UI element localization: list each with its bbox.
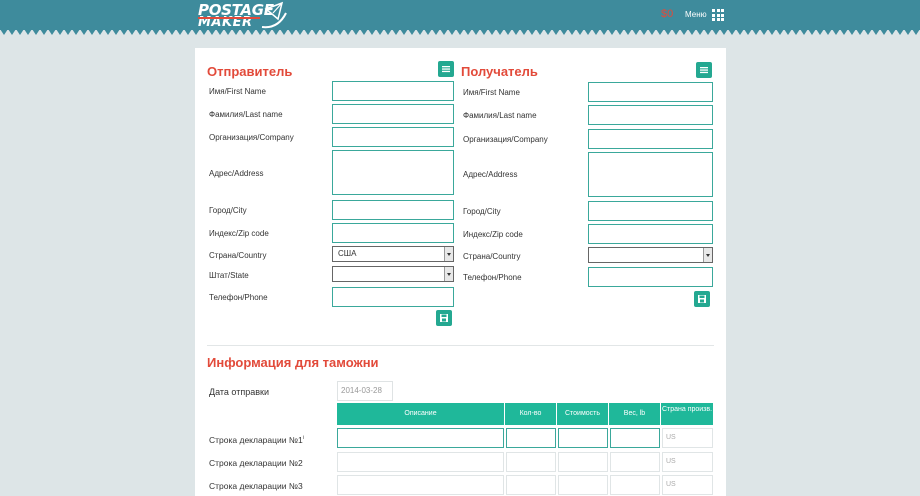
recipient-zip-label: Индекс/Zip code: [463, 230, 523, 239]
sender-state-label: Штат/State: [209, 271, 249, 280]
recipient-phone-input[interactable]: [588, 267, 713, 287]
sender-first-name-label: Имя/First Name: [209, 87, 266, 96]
row2-weight-input[interactable]: [610, 452, 660, 472]
chevron-down-icon: [703, 248, 712, 262]
row1-description-input[interactable]: [337, 428, 504, 448]
row3-value-input[interactable]: [558, 475, 608, 495]
form-card: Отправитель Имя/First Name Фамилия/Last …: [195, 48, 726, 496]
declaration-row-1-text: Строка декларации №1: [209, 435, 303, 445]
sender-company-label: Организация/Company: [209, 133, 294, 142]
recipient-save-button[interactable]: [694, 291, 710, 307]
row2-description-input[interactable]: [337, 452, 504, 472]
row1-quantity-input[interactable]: [506, 428, 556, 448]
sender-city-input[interactable]: [332, 200, 454, 220]
sender-phone-input[interactable]: [332, 287, 454, 307]
sender-country-value: США: [338, 249, 357, 258]
recipient-address-label: Адрес/Address: [463, 170, 518, 179]
row1-value-input[interactable]: [558, 428, 608, 448]
sender-addressbook-button[interactable]: [438, 61, 454, 77]
recipient-company-label: Организация/Company: [463, 135, 548, 144]
column-weight: Вес, lb: [609, 403, 660, 425]
floppy-disk-icon: [440, 314, 448, 322]
chevron-down-icon: [444, 267, 453, 281]
sender-title: Отправитель: [207, 64, 293, 79]
sender-zip-input[interactable]: [332, 223, 454, 243]
sender-city-label: Город/City: [209, 206, 247, 215]
sender-country-select[interactable]: США: [332, 246, 454, 262]
chevron-down-icon: [444, 247, 453, 261]
sender-company-input[interactable]: [332, 127, 454, 147]
sender-first-name-input[interactable]: [332, 81, 454, 101]
list-icon: [442, 66, 450, 73]
column-quantity: Кол-во: [505, 403, 556, 425]
menu-label[interactable]: Меню: [685, 10, 707, 19]
section-divider: [207, 345, 714, 346]
sender-address-textarea[interactable]: [332, 150, 454, 195]
recipient-last-name-label: Фамилия/Last name: [463, 111, 537, 120]
sender-state-select[interactable]: [332, 266, 454, 282]
info-icon[interactable]: i: [303, 435, 304, 441]
logo-underline: [198, 17, 260, 19]
ship-date-input[interactable]: 2014-03-28: [337, 381, 393, 401]
sender-last-name-label: Фамилия/Last name: [209, 110, 283, 119]
list-icon: [700, 67, 708, 74]
declaration-row-2-label: Строка декларации №2: [209, 458, 303, 468]
row3-description-input[interactable]: [337, 475, 504, 495]
row2-country-input[interactable]: US: [662, 452, 713, 472]
paper-plane-icon: [261, 1, 287, 29]
row2-value-input[interactable]: [558, 452, 608, 472]
sender-save-button[interactable]: [436, 310, 452, 326]
recipient-city-label: Город/City: [463, 207, 501, 216]
customs-title: Информация для таможни: [207, 355, 379, 370]
row3-quantity-input[interactable]: [506, 475, 556, 495]
recipient-zip-input[interactable]: [588, 224, 713, 244]
floppy-disk-icon: [698, 295, 706, 303]
row3-country-input[interactable]: US: [662, 475, 713, 495]
row3-weight-input[interactable]: [610, 475, 660, 495]
top-bar: POSTAGE MAKER $0 Меню: [0, 0, 920, 30]
cart-total[interactable]: $0: [661, 8, 673, 20]
row1-country-input[interactable]: US: [662, 428, 713, 448]
sender-country-label: Страна/Country: [209, 251, 267, 260]
column-origin-country: Страна произв.: [661, 403, 713, 425]
declaration-row-label: Строка декларации №1i: [209, 435, 304, 445]
recipient-title: Получатель: [461, 64, 538, 79]
postage-maker-logo[interactable]: POSTAGE MAKER: [196, 1, 306, 31]
row1-weight-input[interactable]: [610, 428, 660, 448]
recipient-last-name-input[interactable]: [588, 105, 713, 125]
ship-date-label: Дата отправки: [209, 387, 269, 397]
grid-menu-icon[interactable]: [712, 9, 724, 21]
declaration-row-3-label: Строка декларации №3: [209, 481, 303, 491]
recipient-addressbook-button[interactable]: [696, 62, 712, 78]
sender-address-label: Адрес/Address: [209, 169, 264, 178]
sender-zip-label: Индекс/Zip code: [209, 229, 269, 238]
sender-phone-label: Телефон/Phone: [209, 293, 268, 302]
column-value: Стоимость: [557, 403, 608, 425]
header-zigzag-edge: [0, 29, 920, 35]
recipient-first-name-label: Имя/First Name: [463, 88, 520, 97]
recipient-phone-label: Телефон/Phone: [463, 273, 522, 282]
recipient-country-select[interactable]: [588, 247, 713, 263]
recipient-country-label: Страна/Country: [463, 252, 521, 261]
recipient-first-name-input[interactable]: [588, 82, 713, 102]
recipient-company-input[interactable]: [588, 129, 713, 149]
recipient-address-textarea[interactable]: [588, 152, 713, 197]
row2-quantity-input[interactable]: [506, 452, 556, 472]
column-description: Описание: [337, 403, 504, 425]
recipient-city-input[interactable]: [588, 201, 713, 221]
sender-last-name-input[interactable]: [332, 104, 454, 124]
